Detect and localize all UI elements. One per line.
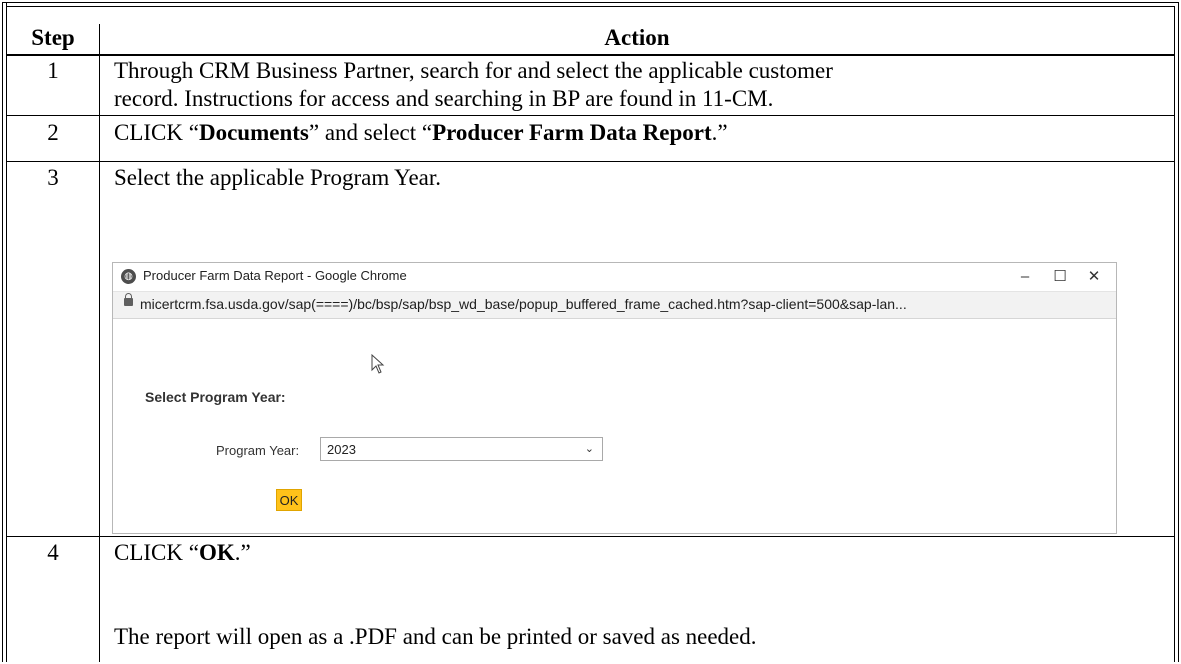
row-divider-1 [7,115,1174,116]
mouse-pointer-icon [371,354,385,374]
step-2-post: .” [711,120,728,145]
close-button[interactable]: ✕ [1080,266,1108,288]
window-titlebar: ◍ Producer Farm Data Report - Google Chr… [113,263,1116,291]
table-border-left [2,2,3,662]
header-step: Step [31,25,75,50]
step-4-ok: OK [198,540,235,565]
table-border-right-inner [1174,6,1175,662]
row-divider-2 [7,161,1174,162]
step-1-line-1: Through CRM Business Partner, search for… [114,58,833,83]
step-2-pre: CLICK “ [114,120,199,145]
row-divider-3 [7,536,1174,537]
table-border-top-inner [6,6,1175,7]
step-4-text: CLICK “OK.” [114,539,251,567]
chrome-popup-window: ◍ Producer Farm Data Report - Google Chr… [112,262,1117,534]
program-year-select[interactable]: 2023 ⌄ [320,437,603,461]
column-divider [99,24,100,662]
popup-content: Select Program Year: Program Year: 2023 … [113,319,1116,533]
step-2-report-name: Producer Farm Data Report [432,120,712,145]
address-bar[interactable]: micertcrm.fsa.usda.gov/sap(====)/bc/bsp/… [113,291,1116,319]
minimize-button[interactable]: – [1011,266,1039,288]
step-4-note: The report will open as a .PDF and can b… [114,624,757,649]
step-number-1: 1 [47,58,59,83]
step-1-line-2: record. Instructions for access and sear… [114,86,774,111]
step-number-2: 2 [47,120,59,145]
header-action: Action [604,25,670,50]
step-number-3: 3 [47,165,59,190]
program-year-label: Program Year: [216,443,300,458]
globe-icon: ◍ [121,269,136,284]
step-4-post: .” [234,540,251,565]
select-program-year-heading: Select Program Year: [145,389,286,405]
chevron-down-icon: ⌄ [584,443,594,455]
program-year-value: 2023 [327,442,356,457]
step-2-documents: Documents [198,120,309,145]
window-title: Producer Farm Data Report - Google Chrom… [143,268,407,283]
table-border-top [2,2,1179,3]
lock-icon [124,293,133,306]
table-border-right [1178,2,1179,662]
header-divider [7,54,1174,56]
step-4-pre: CLICK “ [114,540,199,565]
url-text: micertcrm.fsa.usda.gov/sap(====)/bc/bsp/… [140,296,907,312]
maximize-button[interactable]: ☐ [1046,266,1074,288]
ok-button[interactable]: OK [276,489,302,511]
step-3-text: Select the applicable Program Year. [114,165,442,190]
step-number-4: 4 [47,540,59,565]
step-2-mid: ” and select “ [308,120,433,145]
step-2-text: CLICK “Documents” and select “Producer F… [114,119,728,147]
